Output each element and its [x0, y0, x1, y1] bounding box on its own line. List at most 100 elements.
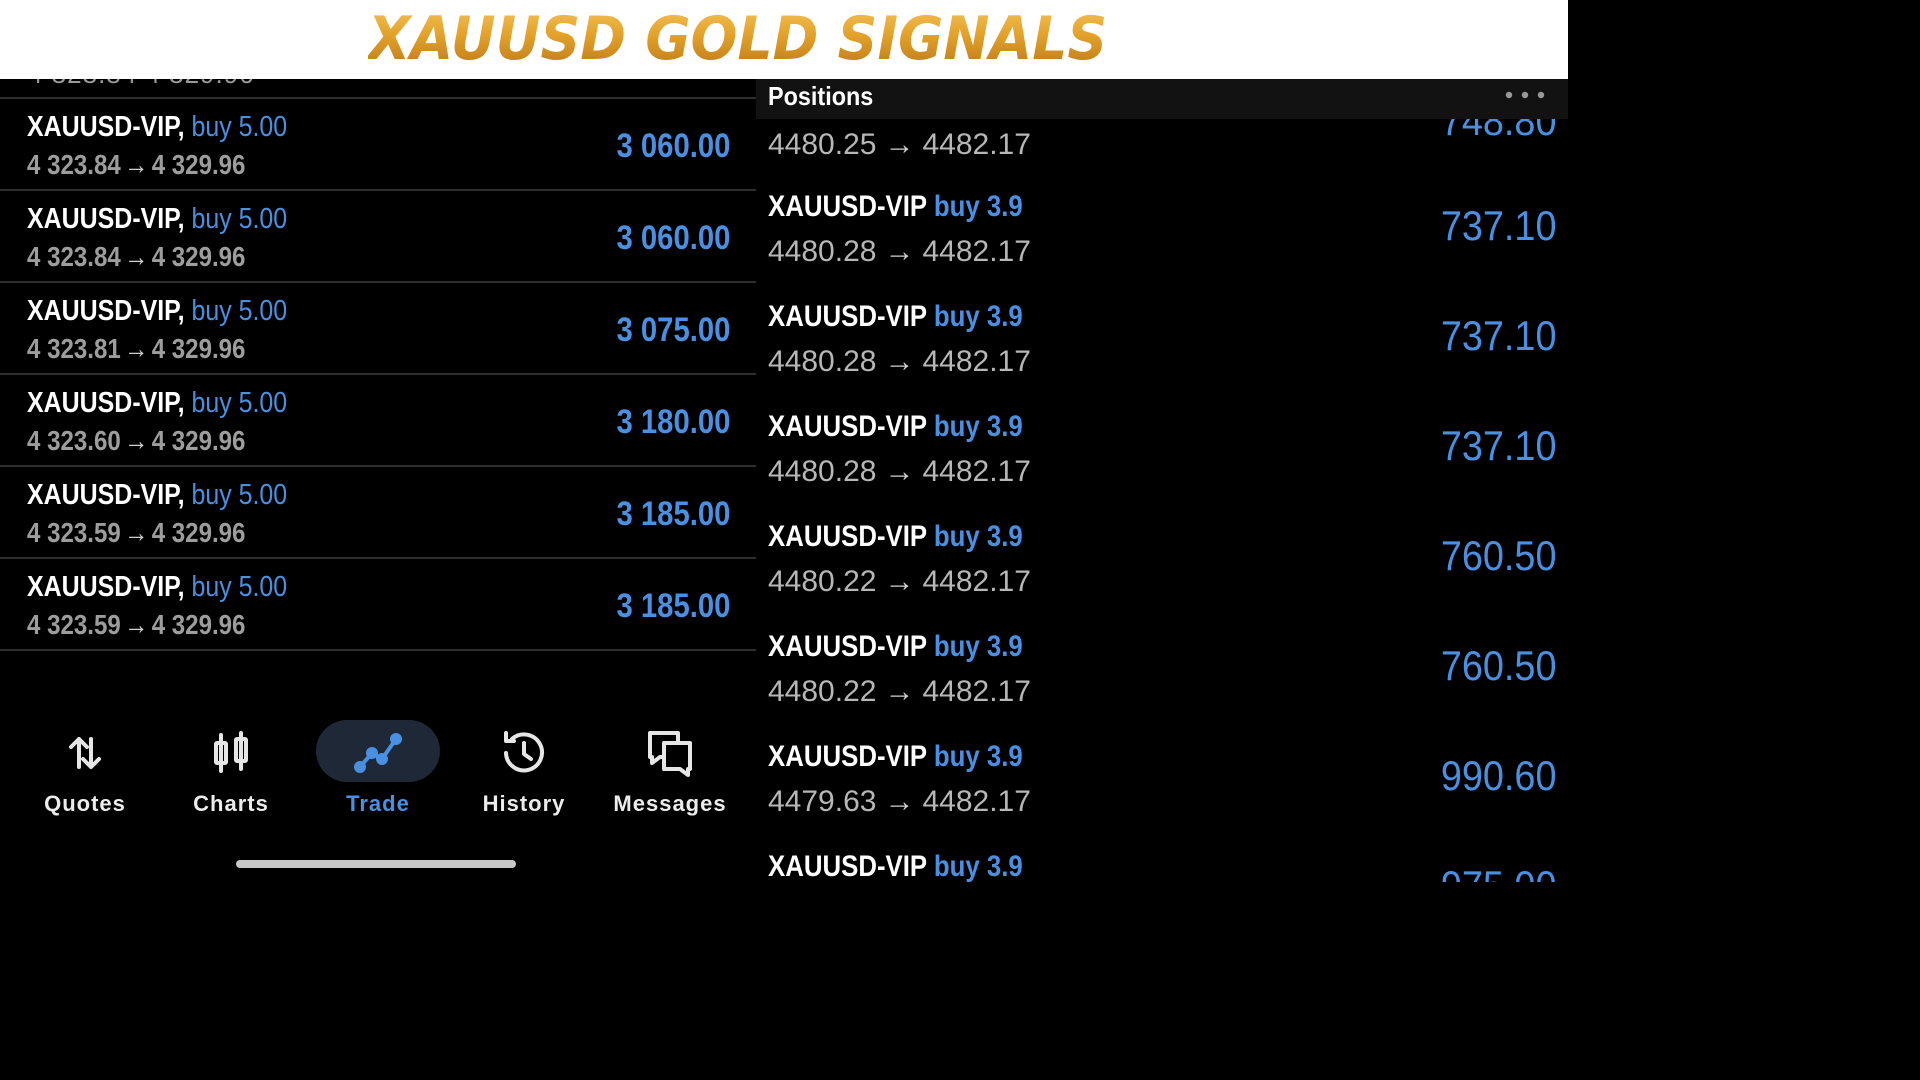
trade-row[interactable]: XAUUSD-VIP, buy 5.00 4 323.60 → 4 329.96 3… [0, 375, 756, 467]
open-price: 4480.28 [768, 455, 877, 488]
open-price: 4480.22 [768, 675, 877, 708]
position-row[interactable]: XAUUSD-VIP buy 3.9 975.00 [756, 850, 1568, 882]
nav-charts[interactable]: Charts [161, 719, 301, 829]
trade-symbol: XAUUSD-VIP, [27, 571, 185, 603]
trade-direction: buy 5.00 [191, 203, 288, 235]
position-row[interactable]: XAUUSD-VIP buy 3.9 4479.63 → 4482.17 990.6… [756, 740, 1568, 850]
open-price: 4480.28 [768, 235, 877, 268]
position-row[interactable]: XAUUSD-VIP buy 3.9 4480.28 → 4482.17 737.1… [756, 190, 1568, 300]
nav-quotes[interactable]: Quotes [15, 719, 155, 829]
current-price: 4482.17 [922, 345, 1031, 378]
position-direction: buy 3.9 [933, 740, 1023, 773]
current-price: 4482.17 [922, 565, 1031, 598]
open-price: 4480.28 [768, 345, 877, 378]
trade-profit: 3 075.00 [616, 311, 730, 349]
position-profit: 975.00 [1440, 862, 1556, 882]
open-price: 4 323.81 [27, 333, 121, 364]
arrow-right-icon: → [884, 345, 915, 378]
trade-symbol: XAUUSD-VIP, [27, 203, 185, 235]
current-price: 4482.17 [922, 235, 1031, 268]
trade-direction: buy 5.00 [191, 387, 288, 419]
trade-row[interactable]: XAUUSD-VIP, buy 5.00 4 323.59 → 4 329.96 3… [0, 559, 756, 651]
open-price: 4 323.84 [27, 149, 121, 180]
arrow-right-icon: → [884, 675, 915, 708]
position-symbol: XAUUSD-VIP [768, 850, 927, 882]
nav-history[interactable]: History [454, 719, 594, 829]
banner-title: XAUUSD GOLD SIGNALS [368, 4, 1108, 74]
position-direction: buy 3.9 [933, 850, 1023, 882]
position-symbol: XAUUSD-VIP [768, 630, 927, 663]
left-trades-panel: 4 323.84 4 329.96 XAUUSD-VIP, buy 5.00 4… [0, 79, 756, 882]
trade-profit: 3 185.00 [616, 495, 730, 533]
position-row[interactable]: XAUUSD-VIP buy 3.9 4480.28 → 4482.17 737.1… [756, 410, 1568, 520]
position-row[interactable]: XAUUSD-VIP buy 3.9 4480.28 → 4482.17 737.1… [756, 300, 1568, 410]
position-profit: 760.50 [1440, 642, 1556, 689]
current-price: 4 329.96 [151, 333, 246, 364]
home-indicator[interactable] [236, 860, 516, 868]
trade-row[interactable]: XAUUSD-VIP, buy 5.00 4 323.84 → 4 329.96 3… [0, 191, 756, 283]
position-direction: buy 3.9 [933, 300, 1023, 333]
position-direction: buy 3.9 [933, 630, 1023, 663]
trade-direction: buy 5.00 [191, 479, 288, 511]
current-price: 4482.17 [922, 785, 1031, 818]
trade-symbol: XAUUSD-VIP, [27, 387, 185, 419]
position-symbol: XAUUSD-VIP [768, 520, 927, 553]
current-price: 4482.17 [922, 128, 1031, 161]
arrow-right-icon: → [884, 785, 915, 818]
trade-line-icon [354, 733, 402, 773]
current-price: 4 329.96 [151, 241, 246, 272]
current-price: 4 329.96 [151, 609, 246, 640]
current-price: 4482.17 [922, 675, 1031, 708]
candlestick-icon [214, 731, 248, 773]
position-symbol: XAUUSD-VIP [768, 190, 927, 223]
more-options-icon[interactable] [1504, 91, 1546, 99]
open-price: 4 323.59 [27, 609, 121, 640]
arrow-right-icon: → [124, 149, 149, 180]
trade-profit: 3 060.00 [616, 219, 730, 257]
arrow-right-icon: → [124, 425, 149, 456]
clipped-position-prices: 4480.25 → 4482.17 [768, 128, 1031, 162]
trade-row[interactable]: XAUUSD-VIP, buy 5.00 4 323.81 → 4 329.96 3… [0, 283, 756, 375]
messages-bubbles-icon [648, 731, 692, 777]
open-price: 4 323.59 [27, 517, 121, 548]
current-price: 4 329.96 [151, 517, 246, 548]
open-price: 4480.22 [768, 565, 877, 598]
trade-profit: 3 060.00 [616, 127, 730, 165]
trade-profit: 3 180.00 [616, 403, 730, 441]
trade-symbol: XAUUSD-VIP, [27, 479, 185, 511]
arrow-right-icon: → [884, 455, 915, 488]
position-row[interactable]: XAUUSD-VIP buy 3.9 4480.22 → 4482.17 760.5… [756, 520, 1568, 630]
arrow-right-icon: → [124, 609, 149, 640]
current-price: 4482.17 [922, 455, 1031, 488]
trade-row[interactable]: XAUUSD-VIP, buy 5.00 4 323.84 → 4 329.96 3… [0, 99, 756, 191]
clipped-row-text: 4 323.84 4 329.96 [28, 79, 255, 90]
current-price: 4 329.96 [151, 425, 246, 456]
position-profit: 760.50 [1440, 532, 1556, 579]
quotes-arrows-icon [69, 737, 101, 769]
nav-label: Trade [346, 791, 410, 816]
position-profit: 737.10 [1440, 202, 1556, 249]
open-price: 4479.63 [768, 785, 877, 818]
position-profit: 737.10 [1440, 312, 1556, 359]
nav-trade[interactable]: Trade [308, 719, 448, 829]
position-direction: buy 3.9 [933, 520, 1023, 553]
banner: XAUUSD GOLD SIGNALS [0, 0, 1568, 79]
current-price: 4 329.96 [151, 149, 246, 180]
trade-symbol: XAUUSD-VIP, [27, 111, 185, 143]
open-price: 4 323.84 [27, 241, 121, 272]
nav-label: Messages [613, 791, 727, 816]
arrow-right-icon: → [884, 565, 915, 598]
position-row[interactable]: XAUUSD-VIP buy 3.9 4480.22 → 4482.17 760.5… [756, 630, 1568, 740]
nav-messages[interactable]: Messages [600, 719, 740, 829]
open-price: 4480.25 [768, 128, 877, 161]
positions-header: Positions [756, 79, 1568, 119]
arrow-right-icon: → [124, 517, 149, 548]
nav-label: Quotes [44, 791, 126, 816]
position-direction: buy 3.9 [933, 410, 1023, 443]
trade-direction: buy 5.00 [191, 111, 288, 143]
arrow-right-icon: → [124, 333, 149, 364]
arrow-right-icon: → [884, 128, 915, 161]
trade-row[interactable]: XAUUSD-VIP, buy 5.00 4 323.59 → 4 329.96 3… [0, 467, 756, 559]
position-symbol: XAUUSD-VIP [768, 740, 927, 773]
position-symbol: XAUUSD-VIP [768, 410, 927, 443]
